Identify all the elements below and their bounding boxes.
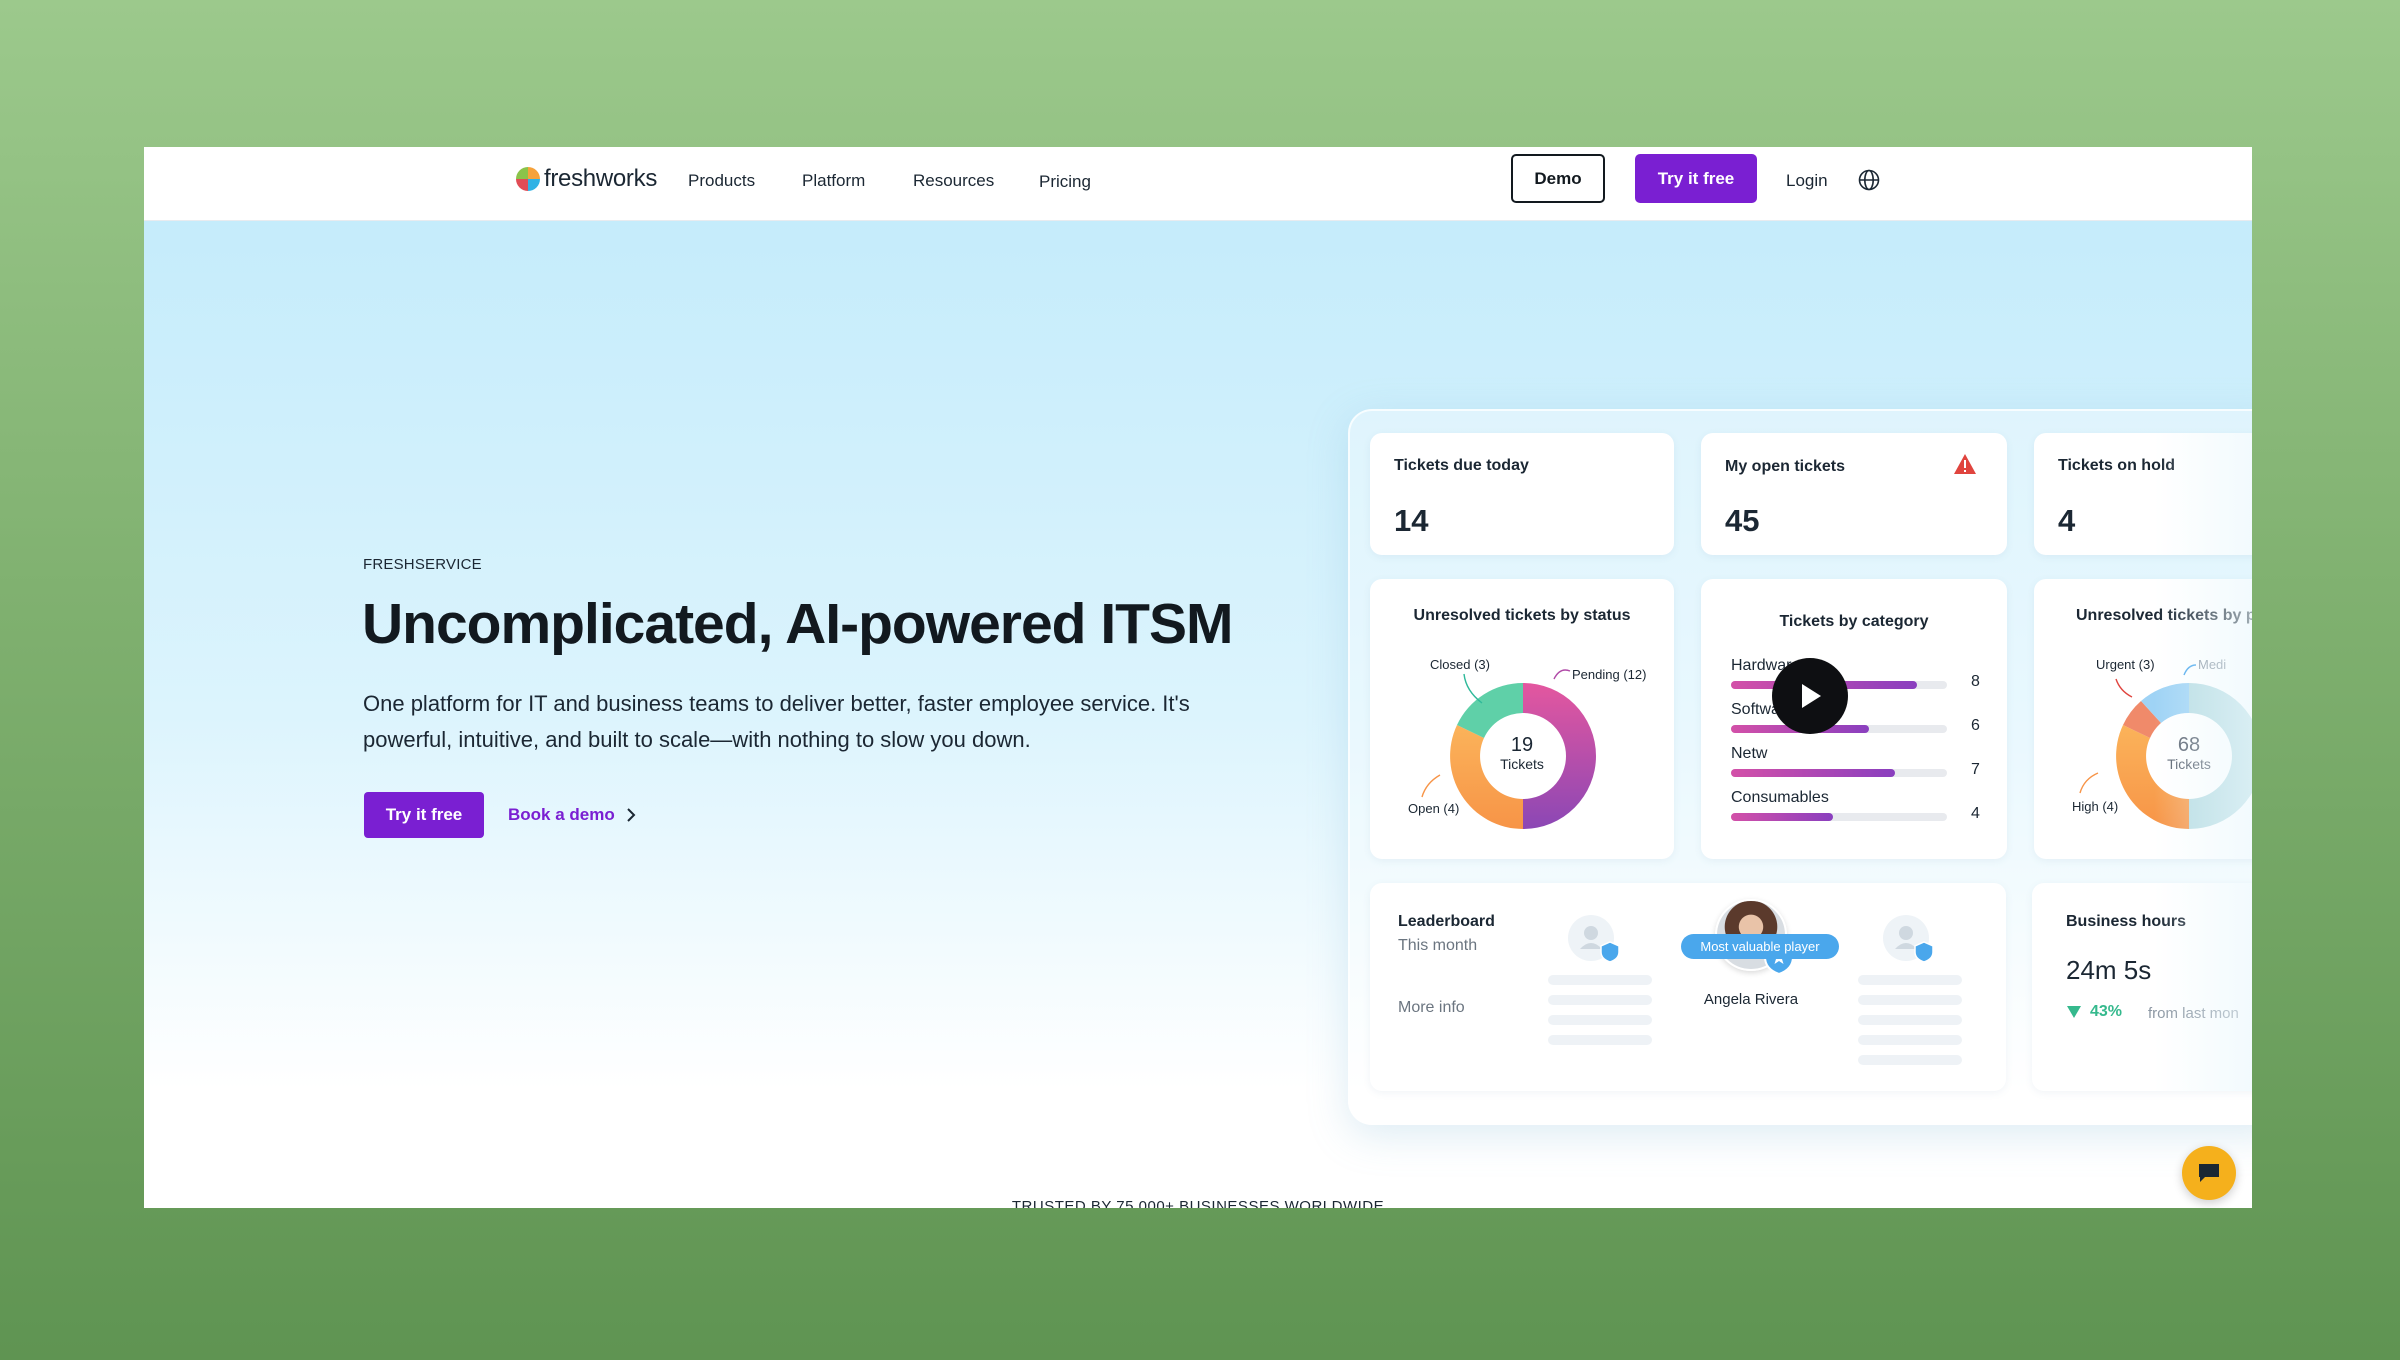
delta-value: 43% (2090, 1003, 2123, 1020)
category-bar-track (1731, 725, 1947, 733)
more-info-link[interactable]: More info (1398, 999, 1465, 1017)
stat-value: 4 (2058, 503, 2076, 538)
chevron-right-icon (627, 808, 636, 822)
category-value: 8 (1971, 673, 1980, 690)
winner-badge: Most valuable player (1681, 934, 1839, 959)
category-bar (1731, 769, 1895, 777)
donut-center-value: 19 (1510, 734, 1534, 756)
business-hours-title: Business hours (2066, 913, 2187, 930)
stat-value: 14 (1394, 503, 1429, 538)
demo-button[interactable]: Demo (1511, 154, 1605, 203)
book-demo-label: Book a demo (508, 805, 615, 824)
nav-products[interactable]: Products (688, 171, 755, 191)
label-urgent: Urgent (3) (2096, 657, 2155, 672)
chat-icon (2199, 1164, 2219, 1182)
label-high: High (4) (2072, 799, 2119, 814)
nav-resources[interactable]: Resources (913, 171, 994, 191)
label-pending: Pending (12) (1572, 667, 1647, 682)
donut-center-label: Tickets (1500, 756, 1544, 772)
dashboard-preview: Tickets due today 14 My open tickets 45 … (1348, 409, 2252, 1125)
label-medium: Medi (2198, 657, 2227, 672)
donut-center-label: Tickets (2167, 756, 2211, 772)
play-video-button[interactable] (1772, 658, 1848, 734)
book-demo-link[interactable]: Book a demo (508, 805, 637, 825)
try-free-nav-button[interactable]: Try it free (1635, 154, 1757, 203)
top-nav: freshworks Products Platform Resources P… (144, 147, 2252, 221)
login-link[interactable]: Login (1786, 171, 1828, 191)
stat-title: Tickets due today (1394, 457, 1529, 474)
leaderboard-card: Leaderboard This month More info Angela … (1370, 883, 2006, 1091)
status-donut-chart (1421, 669, 1596, 829)
business-hours-card: Business hours 24m 5s 43% from last mon (2032, 883, 2252, 1091)
stat-title: Tickets on hold (2058, 457, 2176, 474)
priority-chart-card: Unresolved tickets by p 68 Tickets Urgen… (2034, 579, 2252, 859)
stat-card-on-hold: Tickets on hold 4 (2034, 433, 2252, 555)
priority-donut-chart (2079, 664, 2252, 829)
business-hours-value: 24m 5s (2066, 955, 2152, 985)
leaderboard-title: Leaderboard (1398, 913, 1495, 930)
stat-card-open-tickets: My open tickets 45 (1701, 433, 2007, 555)
play-icon (1802, 684, 1821, 708)
category-value: 6 (1971, 717, 1980, 734)
leaderboard-subtitle: This month (1398, 937, 1478, 954)
category-label: Consumables (1731, 789, 1829, 806)
stat-card-due-today: Tickets due today 14 (1370, 433, 1674, 555)
label-open: Open (4) (1408, 801, 1460, 816)
trusted-banner: TRUSTED BY 75,000+ BUSINESSES WORLDWIDE (1011, 1198, 1385, 1208)
category-label: Netw (1731, 745, 1768, 762)
donut-segment-closed (1457, 683, 1523, 738)
stat-value: 45 (1725, 503, 1760, 538)
try-free-hero-button[interactable]: Try it free (364, 792, 484, 838)
nav-platform[interactable]: Platform (802, 171, 865, 191)
label-closed: Closed (3) (1430, 657, 1490, 672)
status-chart-card: Unresolved tickets by status 19 Tickets … (1370, 579, 1674, 859)
eyebrow-label: FRESHSERVICE (363, 556, 482, 573)
chart-title: Tickets by category (1779, 613, 1929, 630)
freshworks-logo[interactable]: freshworks (516, 165, 657, 193)
donut-center-value: 68 (2177, 734, 2201, 756)
logo-text: freshworks (544, 165, 658, 192)
browser-window: freshworks Products Platform Resources P… (144, 147, 2252, 1208)
globe-icon[interactable] (1857, 168, 1881, 192)
shield-icon (1914, 941, 1934, 963)
down-triangle-icon (2067, 1006, 2081, 1018)
category-chart-card: Tickets by category Hardware 8 Software 6 Ne… (1701, 579, 2007, 859)
category-bar-track (1731, 769, 1947, 777)
shield-icon (1600, 941, 1620, 963)
hero-subheading: One platform for IT and business teams t… (363, 691, 1190, 752)
nav-pricing[interactable]: Pricing (1039, 172, 1091, 192)
category-bar (1731, 813, 1833, 821)
category-value: 7 (1971, 761, 1980, 778)
category-bar-track (1731, 813, 1947, 821)
winner-name: Angela Rivera (1703, 991, 1799, 1008)
delta-note: from last mon (2148, 1005, 2239, 1022)
chat-widget-button[interactable] (2182, 1146, 2236, 1200)
page-title: Uncomplicated, AI-powered ITSM (362, 592, 1233, 656)
stat-title: My open tickets (1725, 458, 1846, 475)
warning-icon (1954, 454, 1976, 474)
category-value: 4 (1971, 805, 1980, 822)
freshworks-logo-icon (516, 167, 540, 191)
